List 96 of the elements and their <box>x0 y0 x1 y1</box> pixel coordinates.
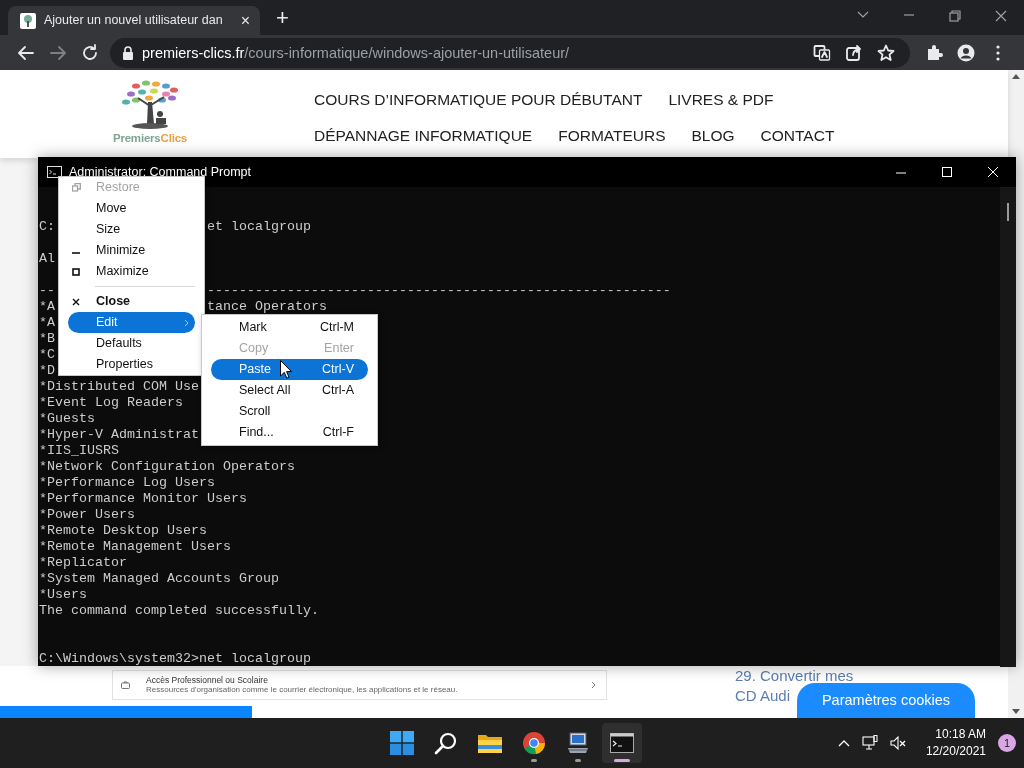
briefcase-icon <box>121 681 130 689</box>
nav-link[interactable]: BLOG <box>691 124 735 148</box>
taskbar-app[interactable] <box>602 723 642 763</box>
maximize-icon <box>72 267 80 276</box>
console-text: *Distributed COM Use <box>39 379 199 394</box>
terminal-icon <box>610 733 634 753</box>
nav-link[interactable]: FORMATEURS <box>558 124 666 148</box>
menu-item[interactable]: Paste Ctrl-V <box>211 359 368 380</box>
shortcut-text: Enter <box>324 340 354 358</box>
translate-icon[interactable] <box>813 43 831 62</box>
console-text: Al <box>39 251 55 266</box>
share-icon[interactable] <box>845 43 863 62</box>
console-text: *Performance Log Users <box>39 475 215 490</box>
windows-logo-icon <box>390 731 414 755</box>
folder-icon <box>477 732 503 754</box>
restore-icon[interactable] <box>949 10 961 22</box>
console-text: tance Operators <box>206 299 327 314</box>
console-text: C:\Windows\system32>net localgroup <box>39 651 311 666</box>
console-icon <box>47 166 62 178</box>
nav-link[interactable]: DÉPANNAGE INFORMATIQUE <box>314 124 533 148</box>
mouse-cursor-icon <box>280 360 292 379</box>
clock-time[interactable]: 10:18 AM <box>925 726 986 743</box>
menu-item[interactable]: Edit <box>68 312 195 333</box>
article-link[interactable]: 29. Convertir mes <box>735 666 854 686</box>
console-text: *IIS_IUSRS <box>39 443 119 458</box>
menu-item[interactable]: Minimize <box>68 240 195 261</box>
computer-icon <box>566 731 590 755</box>
menu-item[interactable]: Mark Ctrl-M <box>211 317 368 338</box>
menu-item[interactable]: Move <box>68 198 195 219</box>
nav-link[interactable]: LIVRES & PDF <box>668 88 774 112</box>
console-text: *Hyper-V Administrat <box>39 427 199 442</box>
console-text: *Remote Desktop Users <box>39 523 207 538</box>
browser-tab[interactable]: Ajouter un nouvel utilisateur dan × <box>8 6 260 35</box>
console-text: *C <box>39 347 55 362</box>
menu-item[interactable]: Close <box>68 291 195 312</box>
scrollbar-thumb[interactable] <box>1007 203 1009 221</box>
tab-close-button[interactable]: × <box>238 12 252 29</box>
console-text: *D <box>39 363 55 378</box>
menu-item[interactable]: Properties <box>68 354 195 375</box>
console-text: *A <box>39 315 55 330</box>
console-text: ---------------------------------------------------------- <box>206 283 671 298</box>
console-text: -- <box>39 283 55 298</box>
restore-icon <box>72 183 81 192</box>
console-text: *Users <box>39 587 87 602</box>
scroll-up-icon[interactable] <box>1012 74 1020 79</box>
menu-item[interactable]: Scroll <box>211 401 368 422</box>
console-text: The command completed successfully. <box>39 603 319 618</box>
nav-link[interactable]: CONTACT <box>760 124 835 148</box>
forward-arrow-icon[interactable] <box>49 43 67 62</box>
round-browser-logo-icon <box>522 731 546 755</box>
search-icon <box>434 731 458 755</box>
back-arrow-icon[interactable] <box>17 43 35 62</box>
console-text: *Event Log Readers <box>39 395 183 410</box>
star-icon[interactable] <box>877 43 895 62</box>
article-link[interactable]: CD Audi <box>735 686 791 706</box>
card-title: Accès Professionnel ou Scolaire <box>146 675 269 685</box>
close-icon <box>72 297 80 306</box>
puzzle-piece-icon[interactable] <box>925 43 943 62</box>
menu-item[interactable]: Maximize <box>68 261 195 282</box>
new-tab-button[interactable]: + <box>272 6 293 29</box>
shortcut-text: Ctrl-V <box>322 361 354 379</box>
logo-text: PremiersClics <box>112 131 188 146</box>
menu-item[interactable]: Select All Ctrl-A <box>211 380 368 401</box>
console-text: *Power Users <box>39 507 135 522</box>
console-text: *Remote Management Users <box>39 539 231 554</box>
console-text: *Network Configuration Operators <box>39 459 295 474</box>
console-text: *System Managed Accounts Group <box>39 571 279 586</box>
scroll-down-icon[interactable] <box>1012 709 1020 714</box>
shortcut-text: Ctrl-A <box>322 382 354 400</box>
chevron-up-icon[interactable] <box>837 739 850 747</box>
profile-icon[interactable] <box>957 43 975 62</box>
console-text: *Replicator <box>39 555 127 570</box>
console-text: *Performance Monitor Users <box>39 491 247 506</box>
nav-link[interactable]: COURS D’INFORMATIQUE POUR DÉBUTANT <box>314 88 643 112</box>
clock-date[interactable]: 12/20/2021 <box>925 743 986 760</box>
console-text: et localgroup <box>206 219 311 234</box>
favicon-tree-icon <box>20 12 36 29</box>
menu-item[interactable]: Find... Ctrl-F <box>211 422 368 443</box>
menu-item[interactable]: Defaults <box>68 333 195 354</box>
card-description: Ressources d'organisation comme le courrier électronique, les applications et le réseau. <box>146 686 458 695</box>
console-text: *B <box>39 331 55 346</box>
lock-icon <box>122 45 134 60</box>
console-text: *Guests <box>39 411 95 426</box>
reload-icon[interactable] <box>81 43 99 62</box>
console-text: C: <box>39 219 55 234</box>
console-text: *A <box>39 299 55 314</box>
tab-title: Ajouter un nouvel utilisateur dan <box>44 12 223 30</box>
close-icon[interactable] <box>995 10 1007 22</box>
network-icon[interactable] <box>861 735 878 751</box>
notification-badge[interactable]: 1 <box>998 734 1016 752</box>
chevron-right-icon <box>591 681 596 689</box>
shortcut-text: Ctrl-F <box>322 424 354 442</box>
muted-speaker-icon[interactable] <box>889 735 906 751</box>
menu-item[interactable]: Size <box>68 219 195 240</box>
shortcut-text: Ctrl-M <box>320 319 354 337</box>
maximize-icon[interactable] <box>942 167 952 177</box>
